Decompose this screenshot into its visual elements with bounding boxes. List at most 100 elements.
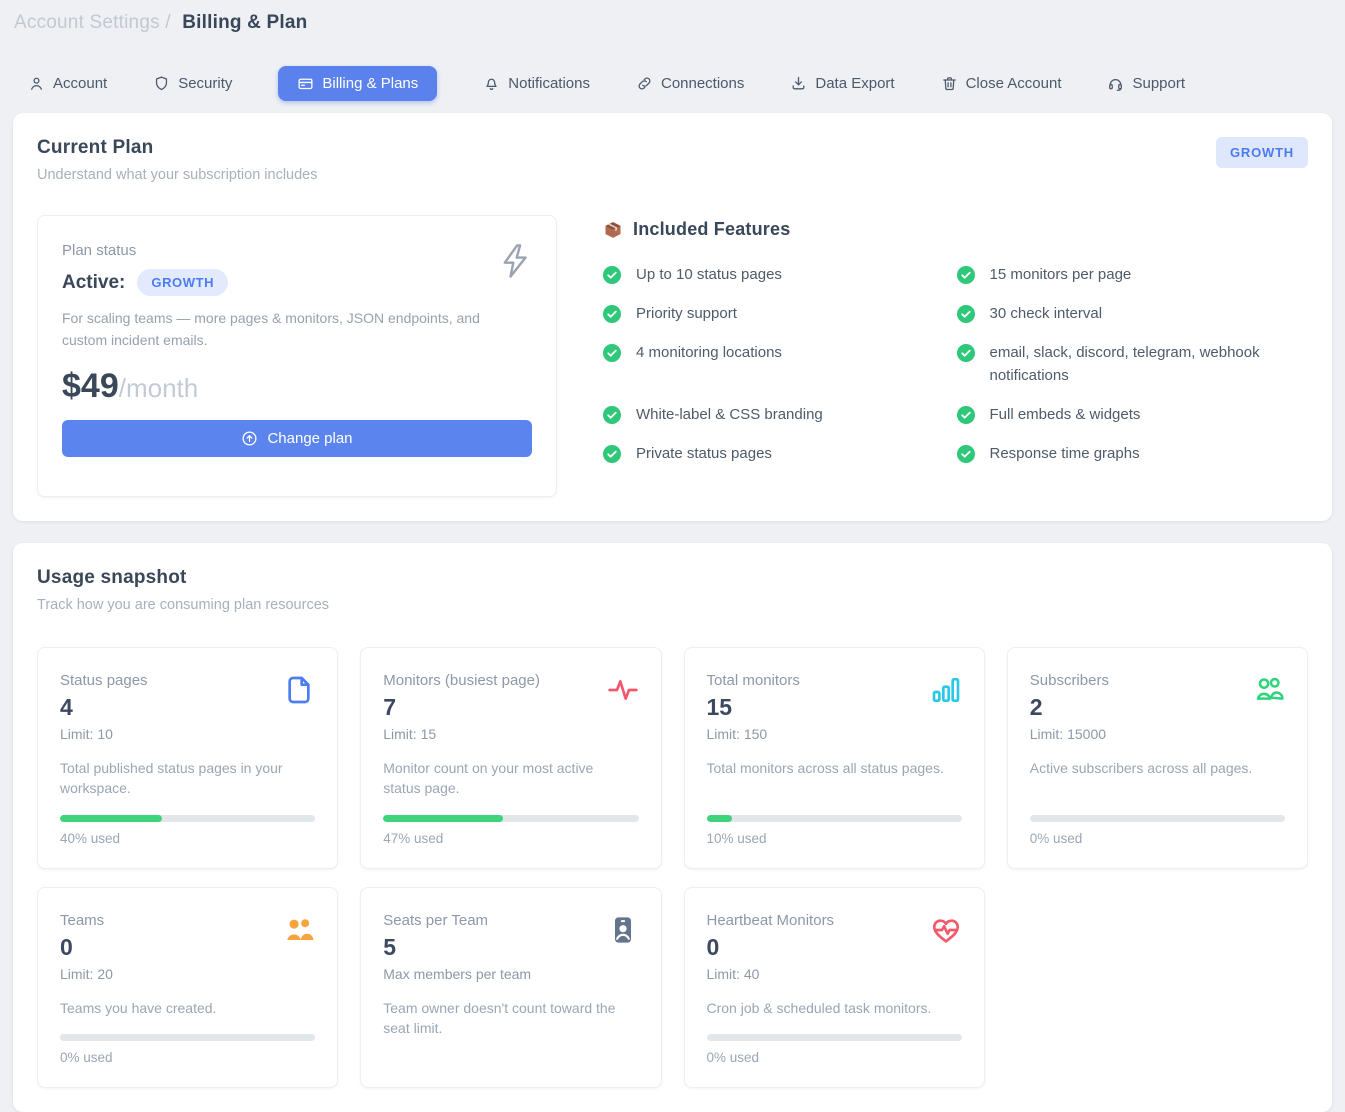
included-features-block: Included Features Up to 10 status pages … [603,215,1308,497]
metric-percent-label: 0% used [707,1050,962,1065]
feature-item: 30 check interval [957,303,1309,325]
user-icon [28,75,45,92]
metric-card-monitors-busiest-page: Monitors (busiest page) 7 Limit: 15 Moni… [360,647,661,869]
tab-account[interactable]: Account [28,66,107,101]
progress-track [707,815,962,822]
id-badge-icon [607,914,639,946]
feature-item: 15 monitors per page [957,264,1309,286]
metric-progress: 0% used [1030,799,1285,846]
feature-item: 4 monitoring locations [603,342,955,386]
change-plan-label: Change plan [267,430,352,447]
shield-icon [153,75,170,92]
feature-item: Private status pages [603,443,955,465]
users-filled-icon [283,914,315,946]
tab-label: Connections [661,75,744,92]
progress-fill [60,815,162,822]
feature-label: 4 monitoring locations [636,342,782,364]
metric-limit: Limit: 15000 [1030,726,1285,742]
settings-tab-bar: Account Security Billing & Plans Notific… [28,66,1345,101]
package-icon [603,220,623,240]
download-icon [790,75,807,92]
metric-card-status-pages: Status pages 4 Limit: 10 Total published… [37,647,338,869]
metric-card-seats-per-team: Seats per Team 5 Max members per team Te… [360,887,661,1088]
tab-label: Billing & Plans [322,75,418,92]
progress-track [707,1034,962,1041]
feature-item: Priority support [603,303,955,325]
progress-fill [383,815,503,822]
plan-price-row: $49/month [62,367,532,406]
metric-percent-label: 40% used [60,831,315,846]
metric-description: Team owner doesn't count toward the seat… [383,998,638,1039]
metric-limit: Limit: 40 [707,966,962,982]
current-plan-title: Current Plan [37,137,317,159]
metric-title: Total monitors [707,672,962,689]
check-circle-icon [957,305,975,323]
feature-label: email, slack, discord, telegram, webhook… [990,342,1300,386]
tab-close-account[interactable]: Close Account [941,66,1062,101]
link-icon [636,75,653,92]
metric-card-heartbeat-monitors: Heartbeat Monitors 0 Limit: 40 Cron job … [684,887,985,1088]
check-circle-icon [603,266,621,284]
progress-track [60,1034,315,1041]
current-plan-subtitle: Understand what your subscription includ… [37,167,317,183]
feature-item: Full embeds & widgets [957,404,1309,426]
breadcrumb-parent[interactable]: Account Settings / [14,12,171,33]
metric-description: Monitor count on your most active status… [383,758,638,799]
metric-percent-label: 0% used [60,1050,315,1065]
tab-data-export[interactable]: Data Export [790,66,894,101]
tab-notifications[interactable]: Notifications [483,66,590,101]
metric-card-teams: Teams 0 Limit: 20 Teams you have created… [37,887,338,1088]
check-circle-icon [603,445,621,463]
metric-limit: Limit: 150 [707,726,962,742]
check-circle-icon [957,445,975,463]
activity-icon [607,674,639,706]
tab-label: Support [1132,75,1185,92]
plan-status-label: Plan status [62,242,532,259]
feature-label: Private status pages [636,443,772,465]
metric-percent-label: 47% used [383,831,638,846]
progress-track [60,815,315,822]
progress-track [383,815,638,822]
check-circle-icon [957,266,975,284]
feature-label: Priority support [636,303,737,325]
metric-progress: 0% used [707,1018,962,1065]
check-circle-icon [957,344,975,362]
metric-value: 15 [707,694,962,721]
feature-item: email, slack, discord, telegram, webhook… [957,342,1309,386]
check-circle-icon [603,344,621,362]
lightning-icon [498,242,532,280]
plan-status-card: Plan status Active: GROWTH For scaling t… [37,215,557,497]
tab-connections[interactable]: Connections [636,66,744,101]
plan-period: /month [119,373,199,403]
plan-description: For scaling teams — more pages & monitor… [62,308,482,351]
metric-title: Heartbeat Monitors [707,912,962,929]
included-features-heading: Included Features [633,219,790,240]
metric-title: Seats per Team [383,912,638,929]
tab-support[interactable]: Support [1107,66,1185,101]
metric-value: 7 [383,694,638,721]
change-plan-button[interactable]: Change plan [62,420,532,457]
feature-label: 15 monitors per page [990,264,1132,286]
tab-label: Account [53,75,107,92]
metric-limit: Limit: 20 [60,966,315,982]
progress-fill [707,815,733,822]
feature-item: White-label & CSS branding [603,404,955,426]
feature-label: White-label & CSS branding [636,404,823,426]
metric-description: Total published status pages in your wor… [60,758,315,799]
feature-label: Up to 10 status pages [636,264,782,286]
usage-title: Usage snapshot [37,567,329,589]
file-icon [283,674,315,706]
plan-price: $49 [62,367,119,405]
tab-security[interactable]: Security [153,66,232,101]
metric-description: Cron job & scheduled task monitors. [707,998,962,1018]
bell-icon [483,75,500,92]
metric-title: Subscribers [1030,672,1285,689]
metric-progress: 40% used [60,799,315,846]
plan-tier-badge: GROWTH [1216,137,1308,168]
usage-snapshot-section: Usage snapshot Track how you are consumi… [13,543,1332,1112]
metric-value: 0 [60,934,315,961]
metric-progress: 47% used [383,799,638,846]
tab-billing-plans[interactable]: Billing & Plans [278,66,437,101]
metric-value: 0 [707,934,962,961]
metric-limit: Limit: 15 [383,726,638,742]
